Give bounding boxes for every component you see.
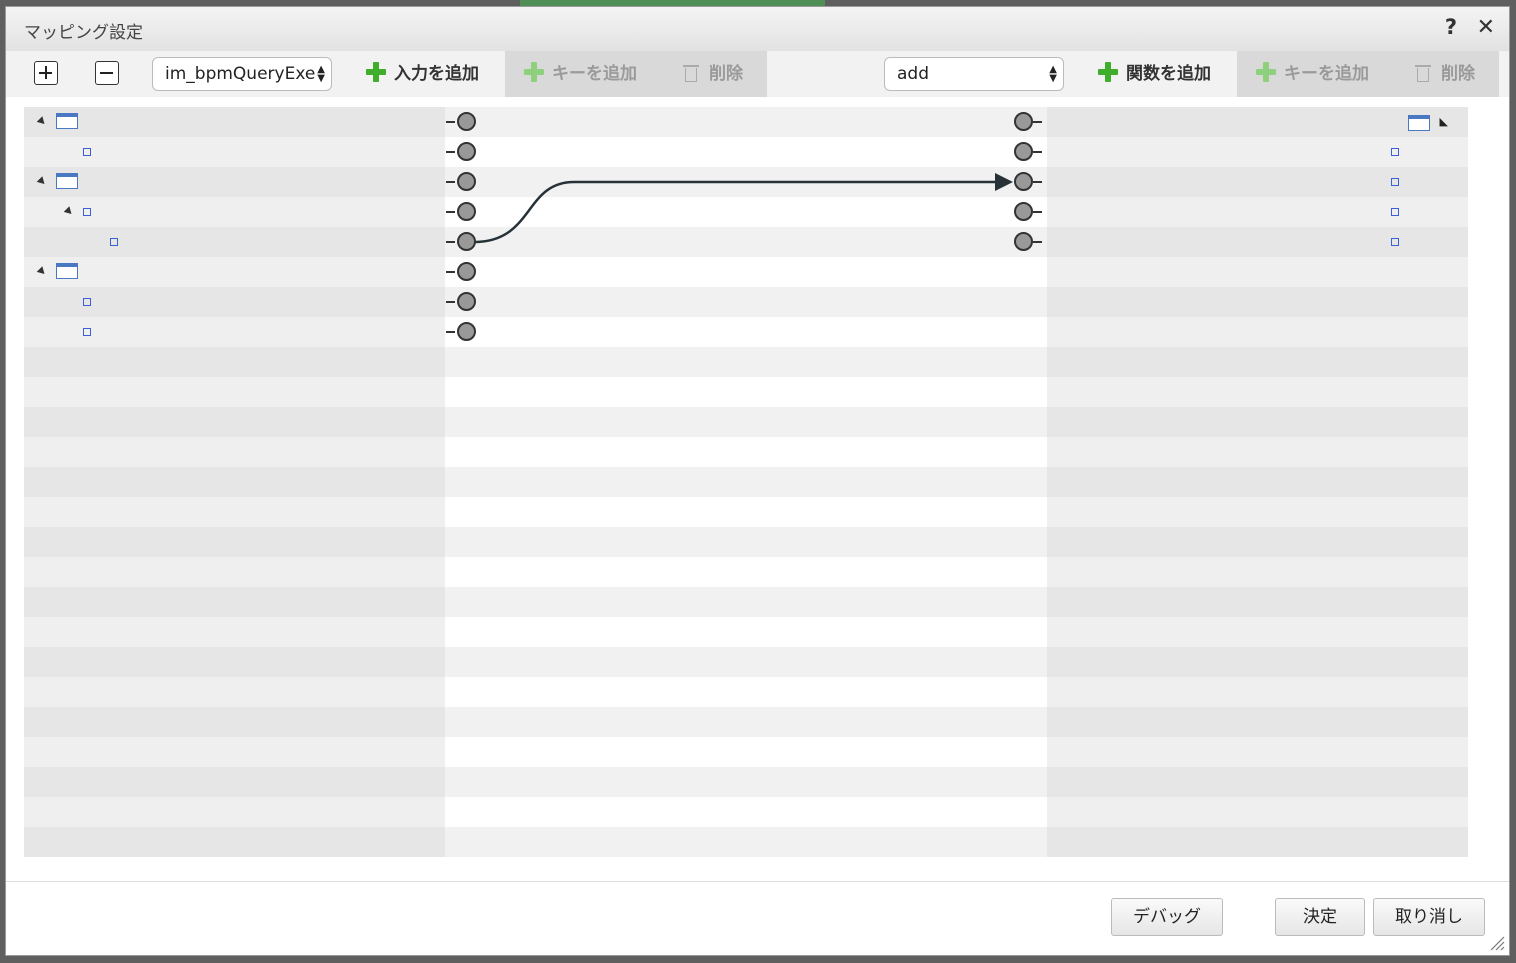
delete-button-left[interactable]: 削除 — [683, 51, 743, 97]
target-connector-handle[interactable] — [1014, 232, 1033, 251]
source-connector-handle[interactable] — [457, 262, 476, 281]
object-icon — [56, 263, 78, 279]
object-icon — [56, 173, 78, 189]
connector-stub — [446, 151, 455, 153]
source-connector-handle[interactable] — [457, 232, 476, 251]
expand-all-button[interactable] — [34, 61, 58, 85]
left-tree-row[interactable] — [65, 137, 103, 167]
resize-grip-icon[interactable] — [1489, 935, 1505, 951]
dialog-title: マッピング設定 — [24, 23, 143, 43]
close-button[interactable]: ✕ — [1477, 15, 1495, 40]
debug-button[interactable]: デバッグ — [1111, 898, 1223, 936]
connector-stub — [1033, 121, 1042, 123]
mapping-links-layer — [473, 173, 1013, 244]
field-icon — [83, 208, 91, 216]
connector-stub — [446, 271, 455, 273]
field-icon — [1391, 178, 1399, 186]
help-button[interactable]: ? — [1445, 15, 1457, 39]
connector-stub — [1033, 151, 1042, 153]
cancel-button[interactable]: 取り消し — [1373, 898, 1485, 936]
trash-icon — [683, 64, 699, 82]
function-select-value: add — [897, 64, 929, 84]
source-connector-handle[interactable] — [457, 202, 476, 221]
expand-triangle-icon[interactable] — [36, 266, 48, 277]
toolbar: im_bpmQueryExe ▲ ▼ 入力を追加 キーを追加 削除 add ▲ ▼ … — [6, 51, 1509, 97]
dialog-titlebar: マッピング設定 ? ✕ — [6, 7, 1509, 52]
target-connector-handle[interactable] — [1014, 172, 1033, 191]
right-tree-row[interactable]: ◣ — [1406, 107, 1448, 137]
input-source-select[interactable]: im_bpmQueryExe ▲ ▼ — [152, 57, 332, 91]
add-function-button[interactable]: 関数を追加 — [1098, 51, 1211, 97]
mapping-link-arrowhead — [995, 173, 1013, 191]
add-key-button-left[interactable]: キーを追加 — [524, 51, 637, 97]
mapping-link-line[interactable] — [473, 180, 997, 244]
expand-triangle-icon[interactable] — [36, 116, 48, 127]
field-icon — [1391, 208, 1399, 216]
add-function-label: 関数を追加 — [1126, 64, 1211, 84]
left-tree-row[interactable] — [36, 257, 86, 287]
connector-stub — [446, 121, 455, 123]
field-icon — [110, 238, 118, 246]
footer-divider — [6, 881, 1509, 882]
select-arrows-icon: ▲ ▼ — [317, 64, 325, 84]
mapping-settings-dialog: マッピング設定 ? ✕ im_bpmQueryExe ▲ ▼ 入力を追加 キーを追… — [5, 6, 1510, 956]
left-tree-row[interactable] — [65, 317, 103, 347]
plus-icon — [1098, 62, 1118, 82]
function-select[interactable]: add ▲ ▼ — [884, 57, 1064, 91]
add-input-button[interactable]: 入力を追加 — [366, 51, 479, 97]
delete-label: 削除 — [1441, 64, 1475, 84]
connector-stub — [446, 331, 455, 333]
field-icon — [83, 148, 91, 156]
expand-corner-icon[interactable]: ◣ — [1440, 115, 1448, 128]
object-icon — [1407, 115, 1430, 131]
object-icon — [56, 113, 78, 129]
field-icon — [83, 298, 91, 306]
target-connector-handle[interactable] — [1014, 202, 1033, 221]
right-tree-row[interactable] — [1381, 197, 1399, 227]
connector-stub — [1033, 211, 1042, 213]
expand-triangle-icon[interactable] — [63, 206, 75, 217]
add-key-label: キーを追加 — [1284, 64, 1369, 84]
connector-stub — [446, 181, 455, 183]
source-connector-handle[interactable] — [457, 292, 476, 311]
right-tree-row[interactable] — [1381, 227, 1399, 257]
field-icon — [1391, 148, 1399, 156]
ok-button[interactable]: 決定 — [1275, 898, 1365, 936]
add-key-button-right[interactable]: キーを追加 — [1256, 51, 1369, 97]
right-tree-row[interactable] — [1381, 167, 1399, 197]
source-connector-handle[interactable] — [457, 142, 476, 161]
target-connector-handle[interactable] — [1014, 112, 1033, 131]
select-arrows-icon: ▲ ▼ — [1049, 64, 1057, 84]
target-connector-handle[interactable] — [1014, 142, 1033, 161]
connector-stub — [446, 301, 455, 303]
connector-stub — [446, 211, 455, 213]
left-tree-row[interactable] — [65, 287, 103, 317]
field-icon — [1391, 238, 1399, 246]
right-tree-row[interactable] — [1381, 137, 1399, 167]
left-tree-row[interactable] — [63, 197, 103, 227]
delete-label: 削除 — [709, 64, 743, 84]
connector-stub — [1033, 181, 1042, 183]
collapse-all-button[interactable] — [95, 61, 119, 85]
field-icon — [83, 328, 91, 336]
source-connector-handle[interactable] — [457, 322, 476, 341]
connector-stub — [446, 241, 455, 243]
source-connector-handle[interactable] — [457, 172, 476, 191]
connector-stub — [1033, 241, 1042, 243]
left-tree-row[interactable] — [36, 107, 86, 137]
left-tree-row[interactable] — [36, 167, 86, 197]
plus-icon — [524, 62, 544, 82]
input-source-select-value: im_bpmQueryExe — [165, 64, 316, 84]
add-input-label: 入力を追加 — [394, 64, 479, 84]
add-key-label: キーを追加 — [552, 64, 637, 84]
mapping-area: ◣ — [24, 107, 1468, 858]
plus-icon — [366, 62, 386, 82]
expand-triangle-icon[interactable] — [36, 176, 48, 187]
left-tree-row[interactable] — [92, 227, 130, 257]
trash-icon — [1415, 64, 1431, 82]
delete-button-right[interactable]: 削除 — [1415, 51, 1475, 97]
source-connector-handle[interactable] — [457, 112, 476, 131]
plus-icon — [1256, 62, 1276, 82]
